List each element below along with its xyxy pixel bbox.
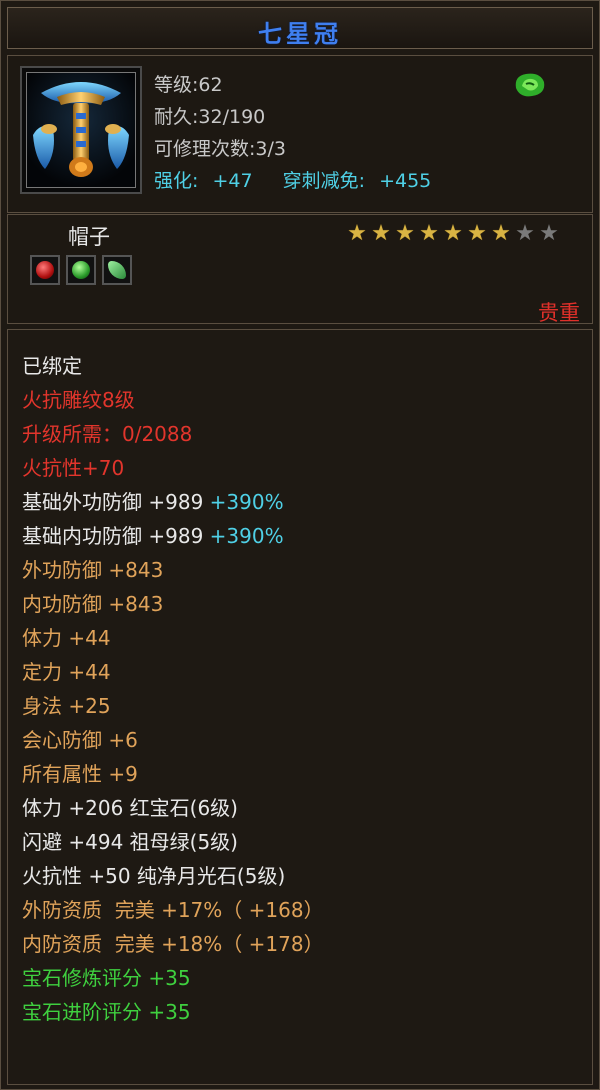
item-repair-count: 可修理次数:3/3	[154, 138, 286, 160]
property-line: 升级所需：0/2088	[22, 422, 192, 446]
star-filled-icon: ★	[347, 221, 367, 246]
property-text: 升级所需：0/2088	[22, 422, 193, 446]
enhance-stat: 强化: +47 穿刺减免: +455	[154, 166, 431, 193]
property-line: 火抗雕纹8级	[22, 388, 135, 412]
property-text: 宝石进阶评分 +35	[22, 1000, 191, 1024]
item-properties: 已绑定火抗雕纹8级升级所需：0/2088 火抗性+70 基础外功防御 +989 +3…	[7, 329, 593, 1085]
star-filled-icon: ★	[419, 221, 439, 246]
property-text: 基础外功防御 +989	[22, 490, 204, 514]
star-filled-icon: ★	[491, 221, 511, 246]
property-line: 闪避 +494 祖母绿(5级)	[22, 830, 238, 854]
item-icon-frame[interactable]	[20, 66, 142, 194]
property-line: 所有属性 +9	[22, 762, 138, 786]
property-text: 内功防御 +843	[22, 592, 164, 616]
enhance-value: +47	[212, 170, 253, 192]
property-line: 体力 +44	[22, 626, 111, 650]
star-filled-icon: ★	[371, 221, 391, 246]
property-text: 体力 +44	[22, 626, 111, 650]
star-empty-icon: ★	[515, 221, 535, 246]
property-bonus: +390%	[203, 490, 284, 514]
property-line: 外功防御 +843	[22, 558, 163, 582]
star-filled-icon: ★	[395, 221, 415, 246]
property-line: 基础外功防御 +989 +390%	[22, 490, 284, 514]
property-text: 火抗性+70	[22, 456, 125, 480]
pierce-label: 穿刺减免:	[282, 170, 366, 192]
property-text: 火抗雕纹8级	[22, 388, 135, 412]
item-type: 帽子	[68, 225, 110, 249]
property-line: 宝石修炼评分 +35	[22, 966, 191, 990]
property-line: 内功防御 +843	[22, 592, 163, 616]
property-text: 内防资质 完美 +18%（ +178）	[22, 932, 324, 956]
item-summary: 帽子 ★ ★ ★ ★ ★ ★ ★ ★ ★ 贵重	[7, 214, 593, 325]
item-durability: 耐久:32/190	[154, 106, 266, 128]
property-text: 会心防御 +6	[22, 728, 138, 752]
item-tooltip: 七星冠 等级:62 耐久:32/190 可修理次数:3/3 强化: +47 穿刺…	[0, 0, 600, 1090]
property-text: 身法 +25	[22, 694, 111, 718]
crown-icon	[26, 72, 136, 188]
item-name: 七星冠	[258, 20, 342, 48]
property-line: 体力 +206 红宝石(6级)	[22, 796, 238, 820]
property-text: 所有属性 +9	[22, 762, 138, 786]
property-text: 体力 +206 红宝石(6级)	[22, 796, 238, 820]
property-line: 外防资质 完美 +17%（ +168）	[22, 898, 324, 922]
star-filled-icon: ★	[467, 221, 487, 246]
property-text: 火抗性 +50 纯净月光石(5级)	[22, 864, 286, 888]
enhance-label: 强化:	[154, 170, 199, 192]
rarity-label: 贵重	[538, 301, 580, 325]
property-line: 会心防御 +6	[22, 728, 138, 752]
property-line: 身法 +25	[22, 694, 111, 718]
property-text: 外防资质 完美 +17%（ +168）	[22, 898, 324, 922]
property-line: 火抗性+70	[22, 456, 124, 480]
property-line: 已绑定	[22, 354, 82, 378]
property-line: 定力 +44	[22, 660, 111, 684]
pierce-value: +455	[379, 170, 432, 192]
property-text: 宝石修炼评分 +35	[22, 966, 191, 990]
emerald-gem-icon[interactable]	[66, 255, 96, 285]
title-bar: 七星冠	[7, 7, 593, 49]
star-empty-icon: ★	[539, 221, 559, 246]
property-line: 内防资质 完美 +18%（ +178）	[22, 932, 324, 956]
property-text: 闪避 +494 祖母绿(5级)	[22, 830, 238, 854]
moonstone-gem-icon[interactable]	[102, 255, 132, 285]
property-line: 火抗性 +50 纯净月光石(5级)	[22, 864, 285, 888]
gem-slots	[30, 255, 132, 285]
item-level: 等级:62	[154, 74, 223, 96]
star-rating: ★ ★ ★ ★ ★ ★ ★ ★ ★	[346, 223, 560, 245]
jade-icon[interactable]	[512, 70, 548, 100]
property-line: 基础内功防御 +989 +390%	[22, 524, 284, 548]
property-line: 宝石进阶评分 +35	[22, 1000, 191, 1024]
property-text: 已绑定	[22, 354, 82, 378]
star-filled-icon: ★	[443, 221, 463, 246]
property-bonus: +390%	[203, 524, 284, 548]
property-text: 外功防御 +843	[22, 558, 164, 582]
item-header: 等级:62 耐久:32/190 可修理次数:3/3 强化: +47 穿刺减免: …	[7, 55, 593, 213]
property-text: 定力 +44	[22, 660, 111, 684]
ruby-gem-icon[interactable]	[30, 255, 60, 285]
property-text: 基础内功防御 +989	[22, 524, 204, 548]
